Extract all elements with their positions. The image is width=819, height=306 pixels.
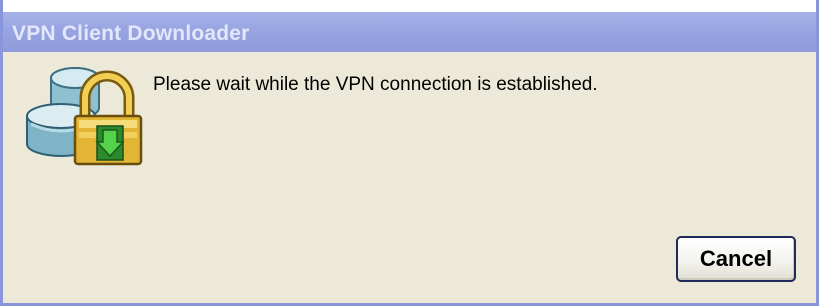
vpn-lock-download-icon <box>26 67 143 166</box>
status-message: Please wait while the VPN connection is … <box>153 74 598 95</box>
cancel-button[interactable]: Cancel <box>676 236 796 282</box>
dialog-body: Please wait while the VPN connection is … <box>3 52 816 303</box>
window-title: VPN Client Downloader <box>12 22 250 45</box>
window-top-strip <box>3 0 816 12</box>
title-bar[interactable]: VPN Client Downloader <box>3 12 816 52</box>
vpn-dialog-window: VPN Client Downloader Please wait while … <box>0 0 819 306</box>
